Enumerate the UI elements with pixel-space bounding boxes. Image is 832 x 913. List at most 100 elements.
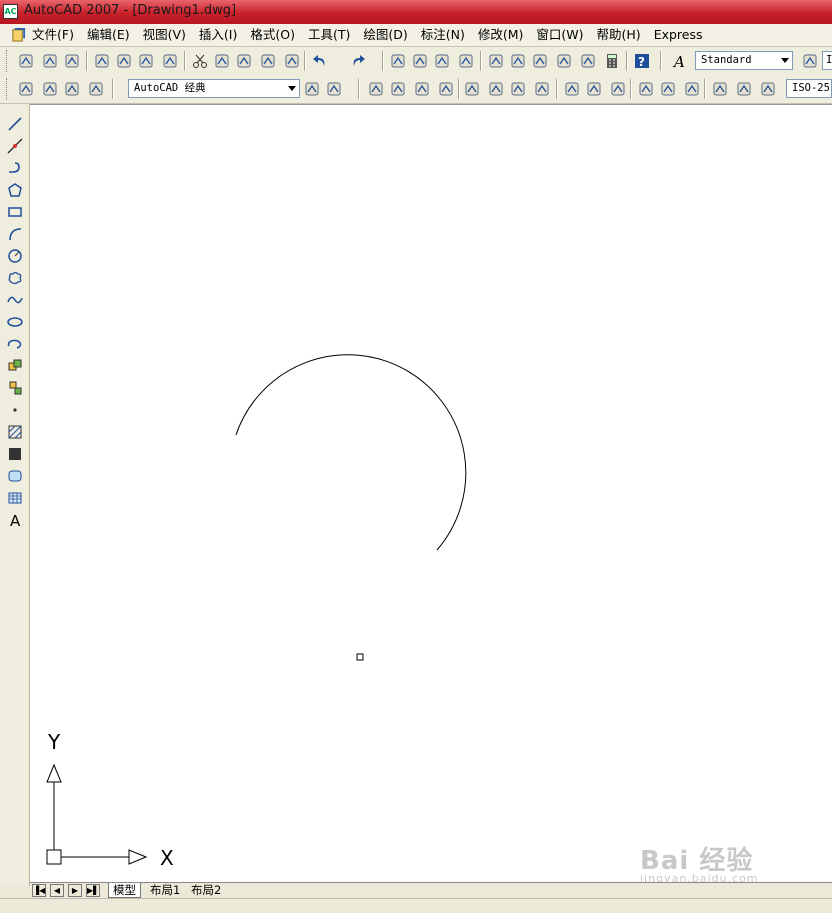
dim-text-edit-button[interactable]	[734, 79, 754, 99]
dim-edit-button[interactable]	[710, 79, 730, 99]
construction-line-button[interactable]	[5, 136, 25, 156]
layer-previous-button[interactable]	[62, 79, 82, 99]
dim-style-button[interactable]	[800, 51, 820, 71]
workspace-combo[interactable]: AutoCAD 经典	[128, 79, 300, 98]
tab-layout1[interactable]: 布局1	[146, 883, 184, 898]
radius-dim-button[interactable]	[462, 79, 482, 99]
quick-dim-button[interactable]	[562, 79, 582, 99]
menu-item-9[interactable]: 窗口(W)	[536, 24, 589, 46]
plot-button[interactable]	[92, 51, 112, 71]
tab-layout2[interactable]: 布局2	[187, 883, 225, 898]
tab-model[interactable]: 模型	[108, 883, 141, 898]
toolbar-grip[interactable]	[6, 78, 10, 100]
multiline-text-button[interactable]: A	[5, 510, 25, 530]
drawing-canvas[interactable]: Y X	[30, 104, 832, 883]
block-editor-button[interactable]	[282, 51, 302, 71]
menu-item-3[interactable]: 插入(I)	[199, 24, 243, 46]
diameter-dim-button[interactable]	[508, 79, 528, 99]
arc-length-dim-button[interactable]	[412, 79, 432, 99]
dim-style-combo[interactable]: ISO-25	[786, 79, 832, 98]
workspace-settings-button[interactable]	[302, 79, 322, 99]
insert-block-button[interactable]	[5, 356, 25, 376]
line-button[interactable]	[5, 114, 25, 134]
copy-button[interactable]	[212, 51, 232, 71]
polyline-button[interactable]	[5, 158, 25, 178]
baseline-dim-button[interactable]	[584, 79, 604, 99]
match-properties-button[interactable]	[258, 51, 278, 71]
dim-update-button[interactable]	[758, 79, 778, 99]
menu-item-2[interactable]: 视图(V)	[143, 24, 192, 46]
prev-tab-icon[interactable]: ◀	[50, 884, 64, 897]
menu-item-7[interactable]: 标注(N)	[421, 24, 471, 46]
menu-item-10[interactable]: 帮助(H)	[597, 24, 647, 46]
new-button[interactable]	[16, 51, 36, 71]
hatch-button[interactable]	[5, 422, 25, 442]
menu-item-8[interactable]: 修改(M)	[478, 24, 530, 46]
first-tab-icon[interactable]: ▐◀	[32, 884, 46, 897]
chevron-down-icon[interactable]	[288, 86, 296, 91]
ordinate-dim-button[interactable]	[436, 79, 456, 99]
undo-button[interactable]	[310, 51, 330, 71]
polygon-button[interactable]	[5, 180, 25, 200]
layer-state-button[interactable]	[40, 79, 60, 99]
make-block-button[interactable]	[5, 378, 25, 398]
calculator-button[interactable]	[602, 51, 622, 71]
text-style-combo-2[interactable]: I	[822, 51, 832, 70]
menu-item-4[interactable]: 格式(O)	[250, 24, 301, 46]
design-center-button[interactable]	[508, 51, 528, 71]
angular-dim-button[interactable]	[532, 79, 552, 99]
next-tab-icon[interactable]: ▶	[68, 884, 82, 897]
drawn-arc[interactable]	[235, 354, 467, 551]
ellipse-button[interactable]	[5, 312, 25, 332]
gradient-button[interactable]	[5, 444, 25, 464]
text-style-combo[interactable]: Standard	[695, 51, 793, 70]
zoom-window-button[interactable]	[432, 51, 452, 71]
3d-dwf-button[interactable]	[160, 51, 180, 71]
plot-preview-button[interactable]	[114, 51, 134, 71]
toolbar-grip[interactable]	[6, 50, 10, 72]
menu-item-0[interactable]: 文件(F)	[32, 24, 80, 46]
spline-button[interactable]	[5, 290, 25, 310]
document-icon[interactable]	[11, 27, 26, 42]
table-button[interactable]	[5, 488, 25, 508]
properties-button[interactable]	[486, 51, 506, 71]
paste-button[interactable]	[234, 51, 254, 71]
circle-button[interactable]	[5, 246, 25, 266]
zoom-previous-button[interactable]	[456, 51, 476, 71]
revision-cloud-button[interactable]	[5, 268, 25, 288]
help-button[interactable]: ?	[632, 51, 652, 71]
arc-button[interactable]	[5, 224, 25, 244]
continue-dim-button[interactable]	[608, 79, 628, 99]
tool-palettes-button[interactable]	[530, 51, 550, 71]
publish-button[interactable]	[136, 51, 156, 71]
menu-item-1[interactable]: 编辑(E)	[87, 24, 136, 46]
jogged-dim-button[interactable]	[486, 79, 506, 99]
text-style-button[interactable]: A	[670, 51, 690, 71]
aligned-dim-button[interactable]	[388, 79, 408, 99]
open-button[interactable]	[40, 51, 60, 71]
autocad-app-icon[interactable]: AC	[3, 4, 18, 19]
tolerance-button[interactable]	[658, 79, 678, 99]
menu-item-5[interactable]: 工具(T)	[308, 24, 356, 46]
pan-button[interactable]	[388, 51, 408, 71]
cut-button[interactable]	[190, 51, 210, 71]
chevron-down-icon[interactable]	[781, 58, 789, 63]
layer-manager-button[interactable]	[16, 79, 36, 99]
rectangle-button[interactable]	[5, 202, 25, 222]
point-button[interactable]	[5, 400, 25, 420]
menu-item-6[interactable]: 绘图(D)	[363, 24, 413, 46]
redo-button[interactable]	[348, 51, 368, 71]
center-mark-button[interactable]	[682, 79, 702, 99]
sheet-set-button[interactable]	[554, 51, 574, 71]
last-tab-icon[interactable]: ▶▌	[86, 884, 100, 897]
markup-button[interactable]	[578, 51, 598, 71]
zoom-realtime-button[interactable]	[410, 51, 430, 71]
region-button[interactable]	[5, 466, 25, 486]
ellipse-arc-button[interactable]	[5, 334, 25, 354]
save-button[interactable]	[62, 51, 82, 71]
grip-point[interactable]	[356, 653, 364, 661]
linear-dim-button[interactable]	[366, 79, 386, 99]
menu-item-11[interactable]: Express	[654, 24, 709, 46]
quick-leader-button[interactable]	[636, 79, 656, 99]
workspace-save-button[interactable]	[324, 79, 344, 99]
